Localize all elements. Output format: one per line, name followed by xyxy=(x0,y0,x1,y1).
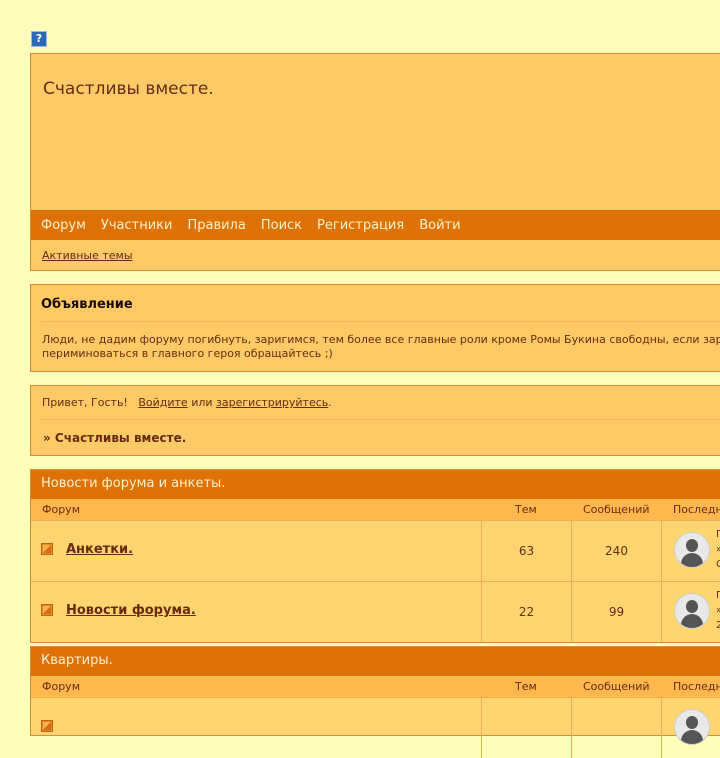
col-last: Последн xyxy=(673,680,720,693)
avatar-icon xyxy=(674,709,710,745)
nav-rules[interactable]: Правила xyxy=(187,218,245,233)
category-apartments: Квартиры. Форум Тем Сообщений Последн xyxy=(30,646,720,758)
posts-cell: 99 xyxy=(572,582,662,642)
last-post-line-3: 2 xyxy=(716,620,720,631)
category-news: Новости форума и анкеты. Форум Тем Сообщ… xyxy=(30,469,720,643)
posts-count: 240 xyxy=(605,544,628,558)
forum-header: Счастливы вместе. Форум Участники Правил… xyxy=(30,53,720,271)
col-posts: Сообщений xyxy=(583,503,650,516)
col-topics: Тем xyxy=(515,503,537,516)
main-nav: Форум Участники Правила Поиск Регистраци… xyxy=(31,210,720,240)
last-post-cell xyxy=(662,698,720,758)
announcement-heading: Объявление xyxy=(41,297,133,312)
topics-count: 22 xyxy=(518,605,535,619)
breadcrumb: » Счастливы вместе. xyxy=(43,431,187,445)
col-forum: Форум xyxy=(42,680,80,693)
last-post-line-1: Г xyxy=(716,529,720,540)
last-post-cell: Г » С xyxy=(662,521,720,581)
announcement-line-1: Люди, не дадим форуму погибнуть, заригим… xyxy=(42,333,720,346)
forum-link[interactable]: Новости форума. xyxy=(66,603,196,618)
nav-register[interactable]: Регистрация xyxy=(317,218,404,233)
login-link[interactable]: Войдите xyxy=(138,396,187,409)
or-text: или xyxy=(191,396,213,409)
last-post-line-2: » xyxy=(716,603,720,618)
category-title: Новости форума и анкеты. xyxy=(31,470,720,499)
greeting-dot: . xyxy=(328,396,332,409)
announcement-panel: Объявление Люди, не дадим форуму погибну… xyxy=(30,284,720,372)
forum-icon xyxy=(41,543,53,555)
last-post-line-3: С xyxy=(716,559,720,570)
topics-cell xyxy=(482,698,572,758)
forum-cell: Новости форума. xyxy=(31,582,482,642)
active-topics-link[interactable]: Активные темы xyxy=(42,249,133,262)
last-post-info[interactable]: Г » С xyxy=(716,527,720,572)
avatar-icon xyxy=(674,532,710,568)
last-post-line-2: » xyxy=(716,542,720,557)
forum-icon xyxy=(41,720,53,732)
col-topics: Тем xyxy=(515,680,537,693)
forum-title: Счастливы вместе. xyxy=(43,79,214,99)
posts-cell xyxy=(572,698,662,758)
guest-greeting: Привет, Гость! xyxy=(42,396,128,409)
forum-link[interactable]: Анкетки. xyxy=(66,542,133,557)
last-post-line-1: Г xyxy=(716,590,720,601)
column-headers: Форум Тем Сообщений Последн xyxy=(31,499,720,520)
nav-login[interactable]: Войти xyxy=(419,218,460,233)
forum-row: Новости форума. 22 99 Г » 2 xyxy=(31,581,720,642)
nav-search[interactable]: Поиск xyxy=(261,218,302,233)
forum-cell xyxy=(31,698,482,758)
posts-cell: 240 xyxy=(572,521,662,581)
forum-icon xyxy=(41,604,53,616)
column-headers: Форум Тем Сообщений Последн xyxy=(31,676,720,697)
forum-row: Анкетки. 63 240 Г » С xyxy=(31,520,720,581)
last-post-cell: Г » 2 xyxy=(662,582,720,642)
col-forum: Форум xyxy=(42,503,80,516)
topics-cell: 63 xyxy=(482,521,572,581)
col-posts: Сообщений xyxy=(583,680,650,693)
help-icon[interactable]: ? xyxy=(31,31,47,47)
topics-count: 63 xyxy=(518,544,535,558)
guest-greeting-line: Привет, Гость! Войдите или зарегистрируй… xyxy=(42,396,332,409)
forum-row xyxy=(31,697,720,758)
topics-cell: 22 xyxy=(482,582,572,642)
last-post-info[interactable]: Г » 2 xyxy=(716,588,720,633)
forum-cell: Анкетки. xyxy=(31,521,482,581)
guest-divider xyxy=(41,419,720,420)
posts-count: 99 xyxy=(608,605,625,619)
announcement-divider xyxy=(41,321,720,322)
col-last: Последн xyxy=(673,503,720,516)
category-title: Квартиры. xyxy=(31,647,720,676)
register-link[interactable]: зарегистрируйтесь xyxy=(216,396,328,409)
guest-panel: Привет, Гость! Войдите или зарегистрируй… xyxy=(30,385,720,456)
nav-forum[interactable]: Форум xyxy=(41,218,86,233)
nav-members[interactable]: Участники xyxy=(101,218,173,233)
announcement-text: Люди, не дадим форуму погибнуть, заригим… xyxy=(42,333,720,361)
announcement-line-2: периминоваться в главного героя обращайт… xyxy=(42,347,333,360)
avatar-icon xyxy=(674,593,710,629)
